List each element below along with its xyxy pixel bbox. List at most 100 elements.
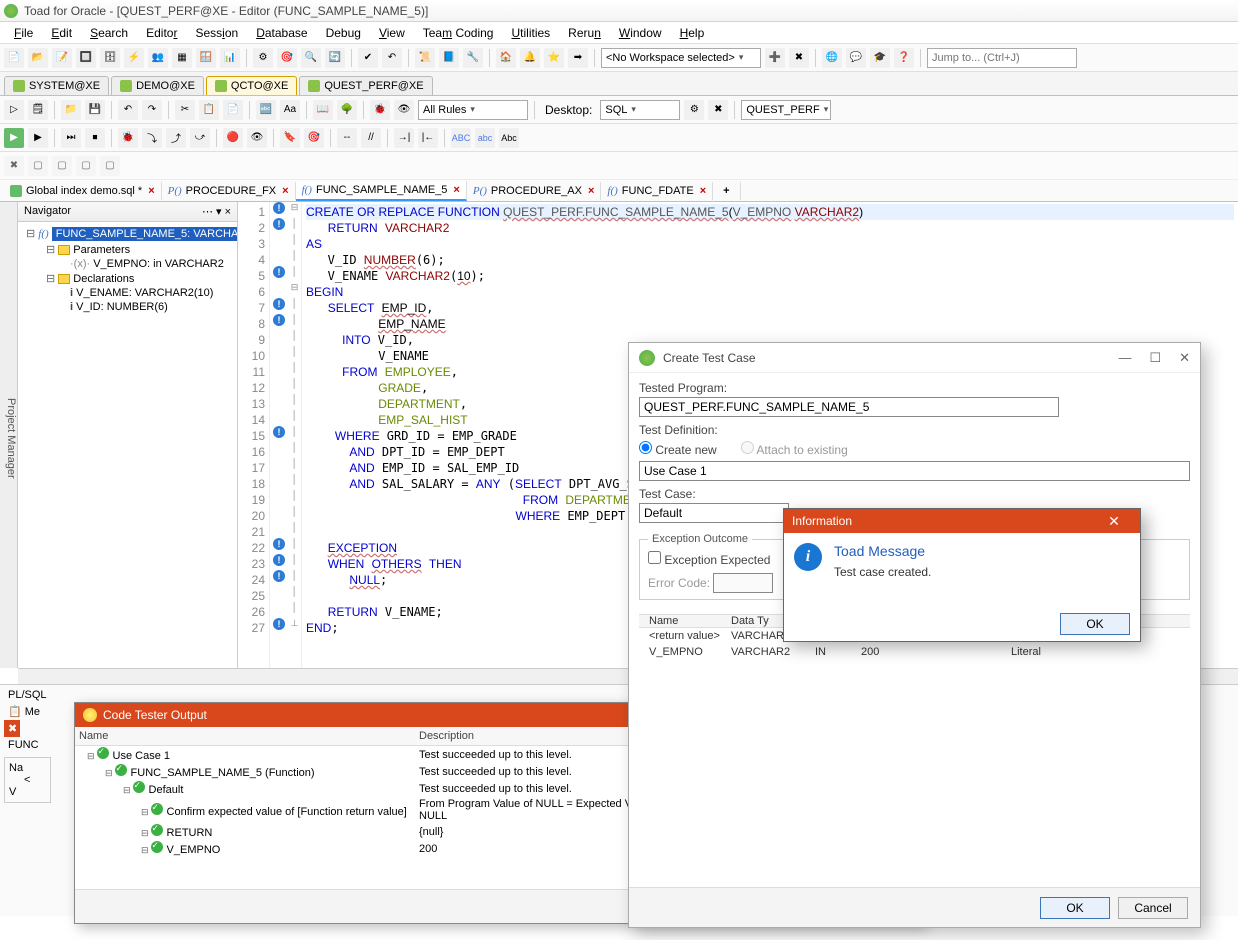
rollback-icon[interactable]: ↶ [382,48,402,68]
step-icon[interactable]: ⏭ [61,128,81,148]
abc2-icon[interactable]: abc [475,128,495,148]
explain-icon[interactable]: 🌳 [337,100,357,120]
undo-icon[interactable]: ↶ [118,100,138,120]
db-icon[interactable]: 🗄 [100,48,120,68]
session-combo[interactable]: QUEST_PERF [741,100,831,120]
tree-decl-item[interactable]: i V_ID: NUMBER(6) [22,300,233,314]
menu-help[interactable]: Help [672,24,713,42]
copy-icon[interactable]: 📋 [199,100,219,120]
info-ok-button[interactable]: OK [1060,613,1130,635]
run-icon[interactable]: ▷ [4,100,24,120]
session-icon[interactable]: 👥 [148,48,168,68]
debug-step-icon[interactable]: ⤵ [142,128,162,148]
gear-icon[interactable]: ⚙ [253,48,273,68]
doc-tab-1[interactable]: P()PROCEDURE_FX× [162,182,296,200]
window-icon[interactable]: 🪟 [196,48,216,68]
close-icon[interactable]: ✕ [1096,513,1132,530]
refresh-icon[interactable]: 🔄 [325,48,345,68]
close-icon[interactable]: × [588,185,594,197]
tree-params-folder[interactable]: ⊟ Parameters [22,242,233,257]
doc-tab-2[interactable]: f()FUNC_SAMPLE_NAME_5× [296,181,467,201]
menu-view[interactable]: View [371,24,413,42]
script-icon[interactable]: 📜 [415,48,435,68]
menu-rerun[interactable]: Rerun [560,24,609,42]
menu-window[interactable]: Window [611,24,670,42]
messages-tab[interactable]: 📋 Me [4,703,51,720]
doc-tab-add[interactable]: + [713,182,740,200]
tree-root[interactable]: ⊟ f() FUNC_SAMPLE_NAME_5: VARCHAR2 [22,226,233,242]
grid-icon[interactable]: ▦ [172,48,192,68]
describe-icon[interactable]: 📖 [313,100,333,120]
schema-icon[interactable]: 🔲 [76,48,96,68]
grad-icon[interactable]: 🎓 [870,48,890,68]
create-cancel-button[interactable]: Cancel [1118,897,1188,919]
menu-database[interactable]: Database [248,24,315,42]
new-icon[interactable]: 📄 [4,48,24,68]
debug-run-icon[interactable]: 🐞 [118,128,138,148]
info-titlebar[interactable]: Information ✕ [784,509,1140,533]
ws-add-icon[interactable]: ➕ [765,48,785,68]
menu-debug[interactable]: Debug [318,24,369,42]
debug-out-icon[interactable]: ⤻ [190,128,210,148]
menu-edit[interactable]: Edit [43,24,80,42]
review-icon[interactable]: 👁 [394,100,414,120]
plsql-tab[interactable]: PL/SQL [4,687,51,703]
menu-session[interactable]: Session [187,24,246,42]
conn-tab-demo[interactable]: DEMO@XE [111,76,204,95]
misc-icon[interactable]: 🔧 [463,48,483,68]
attach-existing-radio[interactable]: Attach to existing [741,441,848,457]
save-icon[interactable]: 💾 [85,100,105,120]
abc3-icon[interactable]: Abc [499,128,519,148]
close-icon[interactable]: × [282,185,288,197]
desk-del-icon[interactable]: ✖ [708,100,728,120]
plsql-icon[interactable]: 📘 [439,48,459,68]
sql-icon[interactable]: 🗒 [28,100,48,120]
test-definition-input[interactable] [639,461,1190,481]
nav-dropdown-icon[interactable]: ⋯ ▾ × [202,205,231,218]
bell-icon[interactable]: 🔔 [520,48,540,68]
arrow-icon[interactable]: ➡ [568,48,588,68]
menu-team-coding[interactable]: Team Coding [415,24,502,42]
open-icon[interactable]: 📂 [28,48,48,68]
toggle-bp-icon[interactable]: 🔴 [223,128,243,148]
star-icon[interactable]: ⭐ [544,48,564,68]
rules-combo[interactable]: All Rules [418,100,528,120]
stop-icon[interactable]: ⏹ [85,128,105,148]
tree-decl-item[interactable]: i V_ENAME: VARCHAR2(10) [22,286,233,300]
tree-decl-folder[interactable]: ⊟ Declarations [22,271,233,286]
comment-icon[interactable]: -- [337,128,357,148]
close-icon[interactable]: × [700,185,706,197]
maximize-icon[interactable]: ☐ [1149,350,1161,366]
forum-icon[interactable]: 💬 [846,48,866,68]
create-ok-button[interactable]: OK [1040,897,1110,919]
debug-over-icon[interactable]: ⤴ [166,128,186,148]
func-tab[interactable]: FUNC [4,737,51,753]
abc-icon[interactable]: ABC [451,128,471,148]
create-new-radio[interactable]: Create new [639,441,717,457]
close-icon[interactable]: × [148,185,154,197]
uncomment-icon[interactable]: // [361,128,381,148]
folder-icon[interactable]: 📁 [61,100,81,120]
project-manager-tab[interactable]: Project Manager [0,202,18,668]
chart-icon[interactable]: 📊 [220,48,240,68]
jump-input[interactable] [927,48,1077,68]
t4-1-icon[interactable]: ✖ [4,156,24,176]
menu-editor[interactable]: Editor [138,24,185,42]
desktop-combo[interactable]: SQL [600,100,680,120]
close-icon[interactable]: × [453,184,459,196]
cut-icon[interactable]: ✂ [175,100,195,120]
fold-gutter[interactable]: ⊟││││⊟││││││││││││││││││││⊥ [288,202,302,668]
test-case-input[interactable] [639,503,789,523]
minimize-icon[interactable]: — [1118,350,1131,366]
t4-2-icon[interactable]: ▢ [28,156,48,176]
conn-tab-qcto[interactable]: QCTO@XE [206,76,297,95]
conn-tab-quest[interactable]: QUEST_PERF@XE [299,76,432,95]
exec-script-icon[interactable]: ▶ [28,128,48,148]
bug-icon[interactable]: 🐞 [370,100,390,120]
ws-del-icon[interactable]: ✖ [789,48,809,68]
menu-search[interactable]: Search [82,24,136,42]
doc-tab-0[interactable]: Global index demo.sql *× [4,182,162,200]
t4-3-icon[interactable]: ▢ [52,156,72,176]
create-titlebar[interactable]: Create Test Case — ☐ ✕ [629,343,1200,373]
watch-icon[interactable]: 👁 [247,128,267,148]
